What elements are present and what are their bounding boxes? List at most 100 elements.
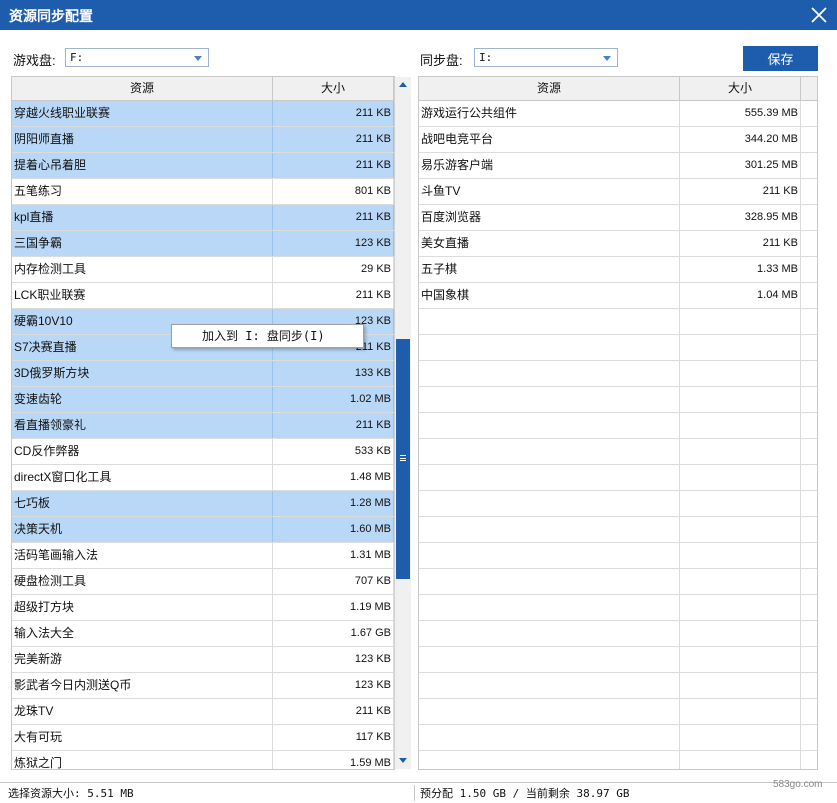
resource-name-cell: [419, 517, 680, 542]
table-row[interactable]: [419, 647, 817, 673]
table-row[interactable]: [419, 569, 817, 595]
table-row[interactable]: [419, 309, 817, 335]
table-row[interactable]: [419, 413, 817, 439]
table-row[interactable]: [419, 751, 817, 769]
table-row[interactable]: 斗鱼TV 211 KB: [419, 179, 817, 205]
column-header-resource[interactable]: 资源: [419, 77, 680, 100]
column-header-resource[interactable]: 资源: [12, 77, 273, 100]
table-row[interactable]: 影武者今日内测送Q币 123 KB: [12, 673, 394, 699]
resource-name-cell: CD反作弊器: [12, 439, 273, 464]
close-icon[interactable]: [807, 3, 831, 27]
table-row[interactable]: [419, 335, 817, 361]
resource-size-cell: [680, 569, 801, 594]
resource-size-cell: [680, 335, 801, 360]
resource-name-cell: 内存检测工具: [12, 257, 273, 282]
table-row[interactable]: 游戏运行公共组件 555.39 MB: [419, 101, 817, 127]
resource-size-cell: [680, 751, 801, 769]
table-row[interactable]: 变速齿轮 1.02 MB: [12, 387, 394, 413]
table-row[interactable]: 百度浏览器 328.95 MB: [419, 205, 817, 231]
resource-size-cell: [680, 621, 801, 646]
resource-size-cell: 1.19 MB: [273, 595, 394, 620]
table-row[interactable]: 提着心吊着胆 211 KB: [12, 153, 394, 179]
table-row[interactable]: 活码笔画输入法 1.31 MB: [12, 543, 394, 569]
resource-name-cell: 决策天机: [12, 517, 273, 542]
vertical-scrollbar[interactable]: [394, 77, 411, 769]
table-row[interactable]: 易乐游客户端 301.25 MB: [419, 153, 817, 179]
table-row[interactable]: [419, 517, 817, 543]
scroll-up-icon[interactable]: [399, 82, 407, 87]
table-row[interactable]: 大有可玩 117 KB: [12, 725, 394, 751]
table-row[interactable]: 输入法大全 1.67 GB: [12, 621, 394, 647]
resource-name-cell: [419, 309, 680, 334]
table-row[interactable]: 内存检测工具 29 KB: [12, 257, 394, 283]
resource-name-cell: [419, 387, 680, 412]
table-row[interactable]: 3D俄罗斯方块 133 KB: [12, 361, 394, 387]
sync-drive-value: I:: [479, 51, 493, 64]
table-row[interactable]: 五笔练习 801 KB: [12, 179, 394, 205]
resource-size-cell: 707 KB: [273, 569, 394, 594]
table-row[interactable]: 完美新游 123 KB: [12, 647, 394, 673]
table-row[interactable]: [419, 595, 817, 621]
table-row[interactable]: 战吧电竞平台 344.20 MB: [419, 127, 817, 153]
table-row[interactable]: LCK职业联赛 211 KB: [12, 283, 394, 309]
resource-size-cell: [680, 491, 801, 516]
resource-size-cell: 555.39 MB: [680, 101, 801, 126]
table-row[interactable]: 炼狱之门 1.59 MB: [12, 751, 394, 769]
table-row[interactable]: 穿越火线职业联赛 211 KB: [12, 101, 394, 127]
table-row[interactable]: 超级打方块 1.19 MB: [12, 595, 394, 621]
resource-size-cell: [680, 439, 801, 464]
table-row[interactable]: [419, 725, 817, 751]
resource-name-cell: 穿越火线职业联赛: [12, 101, 273, 126]
table-row[interactable]: kpl直播 211 KB: [12, 205, 394, 231]
resource-size-cell: 29 KB: [273, 257, 394, 282]
resource-size-cell: 211 KB: [273, 699, 394, 724]
resource-name-cell: 龙珠TV: [12, 699, 273, 724]
table-row[interactable]: [419, 621, 817, 647]
resource-name-cell: directX窗口化工具: [12, 465, 273, 490]
resource-size-cell: 211 KB: [273, 413, 394, 438]
table-header: 资源 大小: [12, 77, 394, 101]
context-menu-item-add-sync[interactable]: 加入到 I: 盘同步(I): [172, 325, 363, 347]
sync-drive-select[interactable]: I:: [474, 48, 618, 67]
resource-name-cell: 完美新游: [12, 647, 273, 672]
table-row[interactable]: [419, 439, 817, 465]
resource-name-cell: [419, 699, 680, 724]
table-row[interactable]: 决策天机 1.60 MB: [12, 517, 394, 543]
window-title: 资源同步配置: [9, 8, 93, 24]
table-row[interactable]: 阴阳师直播 211 KB: [12, 127, 394, 153]
table-row[interactable]: 美女直播 211 KB: [419, 231, 817, 257]
table-row[interactable]: directX窗口化工具 1.48 MB: [12, 465, 394, 491]
table-row[interactable]: [419, 673, 817, 699]
table-row[interactable]: CD反作弊器 533 KB: [12, 439, 394, 465]
column-header-size[interactable]: 大小: [680, 77, 801, 100]
table-row[interactable]: [419, 465, 817, 491]
table-row[interactable]: [419, 543, 817, 569]
resource-size-cell: 123 KB: [273, 647, 394, 672]
resource-size-cell: 133 KB: [273, 361, 394, 386]
resource-size-cell: 211 KB: [680, 179, 801, 204]
scrollbar-thumb[interactable]: [396, 339, 410, 579]
resource-name-cell: [419, 465, 680, 490]
resource-name-cell: [419, 335, 680, 360]
table-row[interactable]: 中国象棋 1.04 MB: [419, 283, 817, 309]
resource-name-cell: [419, 413, 680, 438]
table-row[interactable]: [419, 699, 817, 725]
table-row[interactable]: [419, 387, 817, 413]
table-row[interactable]: 五子棋 1.33 MB: [419, 257, 817, 283]
table-row[interactable]: 龙珠TV 211 KB: [12, 699, 394, 725]
table-row[interactable]: [419, 491, 817, 517]
table-row[interactable]: 七巧板 1.28 MB: [12, 491, 394, 517]
game-drive-select[interactable]: F:: [65, 48, 209, 67]
table-row[interactable]: 硬盘检测工具 707 KB: [12, 569, 394, 595]
sync-drive-label: 同步盘:: [420, 53, 463, 68]
table-row[interactable]: 看直播领豪礼 211 KB: [12, 413, 394, 439]
table-row[interactable]: 三国争霸 123 KB: [12, 231, 394, 257]
resource-size-cell: 123 KB: [273, 231, 394, 256]
resource-name-cell: [419, 361, 680, 386]
save-button[interactable]: 保存: [743, 46, 818, 71]
table-row[interactable]: [419, 361, 817, 387]
resource-name-cell: 三国争霸: [12, 231, 273, 256]
column-header-size[interactable]: 大小: [273, 77, 394, 100]
game-drive-label: 游戏盘:: [13, 53, 56, 68]
scroll-down-icon[interactable]: [399, 758, 407, 763]
